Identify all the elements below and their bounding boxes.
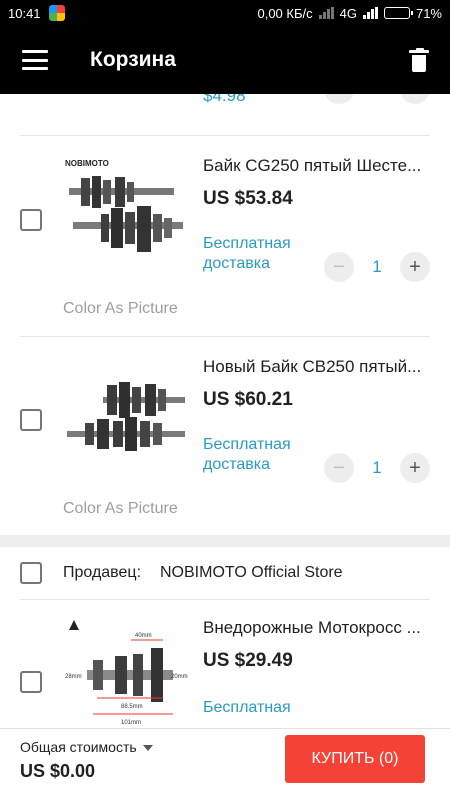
cart-list[interactable]: $4.98 − 1 + NOBIMOTO	[0, 94, 450, 728]
dim-label: 88.5mm	[121, 704, 143, 710]
seller-label: Продавец:	[63, 564, 142, 581]
gear-shaft-image: NOBIMOTO	[65, 159, 183, 252]
total-value: US $0.00	[20, 761, 96, 781]
qty-stepper: − 1 +	[324, 252, 430, 282]
dim-label: 40mm	[135, 633, 152, 639]
qty-stepper: − 1 +	[324, 453, 430, 483]
product-price: US $53.84	[203, 188, 293, 209]
partial-qty-stepper: − 1 +	[324, 94, 430, 104]
seller-checkbox[interactable]	[20, 562, 42, 584]
shipping-info: Бесплатная доставка	[203, 235, 291, 272]
network-speed: 0,00 КБ/с	[257, 5, 313, 21]
product-image[interactable]: NOBIMOTO	[63, 156, 189, 282]
seller-header: Продавец: NOBIMOTO Official Store	[0, 547, 450, 599]
cart-item: Новый Байк CB250 пятый... US $60.21 Бесп…	[0, 337, 450, 535]
product-name[interactable]: Новый Байк CB250 пятый...	[203, 357, 421, 377]
cart-item-partial: $4.98 − 1 +	[0, 94, 450, 120]
battery-percent: 71%	[415, 5, 442, 21]
store-name[interactable]: NOBIMOTO Official Store	[160, 564, 343, 582]
total-label-text: Общая стоимость	[20, 739, 137, 755]
cart-item: 40mm 28mm 88.5mm 101mm 20mm Внедорожные …	[0, 600, 450, 728]
shipping-info: Бесплатная доставка	[203, 436, 291, 473]
partial-price: $4.98	[203, 94, 246, 105]
product-image[interactable]: 40mm 28mm 88.5mm 101mm 20mm	[63, 618, 189, 728]
dim-label: 101mm	[121, 720, 141, 726]
product-price: US $60.21	[203, 389, 293, 410]
battery-icon	[383, 7, 413, 19]
product-name[interactable]: Внедорожные Мотокросс ...	[203, 618, 421, 638]
product-variant: Color As Picture	[63, 500, 178, 517]
product-image[interactable]	[63, 357, 189, 483]
increase-button[interactable]: +	[400, 453, 430, 483]
decrease-button[interactable]: −	[324, 252, 354, 282]
network-type: 4G	[339, 5, 357, 21]
checkout-bar: Общая стоимость US $0.00 КУПИТЬ (0)	[0, 728, 450, 800]
status-time: 10:41	[8, 5, 41, 21]
signal-strength-icon	[362, 7, 378, 19]
status-bar: 10:41 0,00 КБ/с 4G 71%	[0, 0, 450, 26]
decrease-button[interactable]: −	[324, 94, 354, 104]
app-bar: Корзина	[0, 26, 450, 94]
increase-button[interactable]: +	[400, 94, 430, 104]
dim-label: 28mm	[65, 674, 82, 680]
item-checkbox[interactable]	[20, 671, 42, 693]
caret-down-icon[interactable]	[142, 745, 153, 752]
cart-screen: 10:41 0,00 КБ/с 4G 71% Корзина $4.98 − 1…	[0, 0, 450, 800]
increase-button[interactable]: +	[400, 252, 430, 282]
brand-logo-icon	[69, 620, 79, 630]
item-checkbox[interactable]	[20, 409, 42, 431]
menu-icon[interactable]	[22, 50, 48, 70]
camshaft-diagram-image: 40mm 28mm 88.5mm 101mm 20mm	[65, 620, 188, 726]
trash-icon[interactable]	[409, 48, 429, 72]
product-price: US $29.49	[203, 650, 293, 671]
app-notification-icon	[48, 5, 65, 21]
qty-value: 1	[354, 94, 400, 99]
dim-label: 20mm	[171, 674, 188, 680]
status-right: 0,00 КБ/с 4G 71%	[257, 6, 442, 21]
buy-button[interactable]: КУПИТЬ (0)	[285, 735, 425, 783]
total-label[interactable]: Общая стоимость	[20, 739, 153, 755]
section-gap	[0, 535, 450, 547]
qty-value: 1	[372, 257, 382, 276]
shipping-info: Бесплатная	[203, 699, 291, 716]
product-name[interactable]: Байк CG250 пятый Шесте...	[203, 156, 421, 176]
product-variant: Color As Picture	[63, 300, 178, 317]
page-title: Корзина	[90, 48, 176, 71]
gear-shaft-image	[67, 382, 185, 451]
cart-item: NOBIMOTO Байк CG250 пятый Шесте... US $5…	[0, 136, 450, 336]
decrease-button[interactable]: −	[324, 453, 354, 483]
item-checkbox[interactable]	[20, 209, 42, 231]
signal-icon	[318, 7, 334, 19]
qty-value: 1	[372, 458, 382, 477]
image-brand-label: NOBIMOTO	[65, 159, 109, 168]
